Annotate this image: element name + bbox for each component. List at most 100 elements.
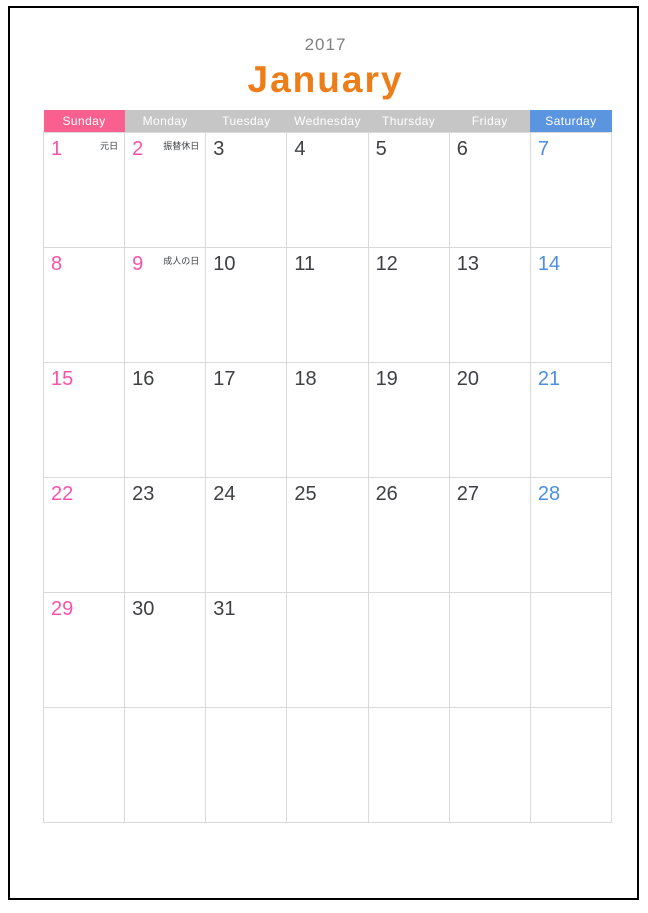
calendar-day-cell[interactable]: 29 — [42, 592, 126, 708]
calendar-day-cell[interactable] — [367, 707, 450, 823]
day-cell-content — [369, 593, 449, 707]
year-label: 2017 — [304, 35, 347, 54]
day-cell-content: 30 — [125, 593, 205, 707]
calendar-day-cell[interactable]: 30 — [124, 592, 207, 708]
day-cell-content — [44, 708, 124, 822]
day-number: 8 — [51, 253, 63, 275]
calendar-day-cell[interactable]: 17 — [205, 362, 288, 478]
day-cell-content: 12 — [369, 248, 449, 362]
calendar-day-cell[interactable] — [367, 592, 450, 708]
calendar-day-cell[interactable]: 14 — [529, 247, 613, 363]
calendar-day-cell[interactable] — [42, 707, 126, 823]
day-cell-content: 27 — [450, 478, 530, 592]
day-cell-content: 5 — [369, 133, 449, 247]
calendar-day-cell[interactable]: 10 — [205, 247, 288, 363]
calendar-day-cell[interactable]: 3 — [205, 132, 288, 248]
calendar-day-cell[interactable] — [529, 707, 613, 823]
day-cell-content: 1 元日 — [44, 133, 124, 247]
holiday-label: 成人の日 — [163, 256, 200, 266]
day-cell-content: 3 — [206, 133, 286, 247]
day-number: 5 — [375, 138, 387, 160]
day-number: 21 — [537, 368, 561, 390]
calendar-day-cell[interactable] — [286, 707, 369, 823]
calendar-page: 2017 January Sunday Monday Tuesday Wednesda… — [8, 6, 639, 900]
day-number: 18 — [294, 368, 317, 390]
day-number: 28 — [537, 483, 561, 505]
day-number: 16 — [132, 368, 155, 390]
calendar-day-cell[interactable]: 24 — [205, 477, 288, 593]
calendar-day-cell[interactable] — [448, 592, 531, 708]
calendar-day-cell[interactable] — [448, 707, 531, 823]
day-number: 22 — [51, 483, 74, 505]
calendar-week-row — [42, 707, 613, 823]
calendar-day-cell[interactable]: 8 — [42, 247, 126, 363]
weekday-header-thursday: Thursday — [368, 110, 450, 133]
calendar-day-cell[interactable] — [286, 592, 369, 708]
calendar-day-cell[interactable]: 28 — [529, 477, 613, 593]
day-number: 10 — [213, 253, 236, 275]
calendar-day-cell[interactable]: 20 — [448, 362, 531, 478]
calendar-day-cell[interactable]: 12 — [367, 247, 450, 363]
day-cell-content: 19 — [369, 363, 449, 477]
calendar-day-cell[interactable]: 21 — [529, 362, 613, 478]
calendar-day-cell[interactable]: 13 — [448, 247, 531, 363]
day-number: 30 — [132, 598, 155, 620]
weekday-header-tuesday: Tuesday — [205, 110, 287, 133]
day-cell-content: 17 — [206, 363, 286, 477]
calendar-day-cell[interactable]: 26 — [367, 477, 450, 593]
calendar-day-cell[interactable] — [205, 707, 288, 823]
calendar-day-cell[interactable] — [124, 707, 207, 823]
calendar-day-cell[interactable]: 11 — [286, 247, 369, 363]
day-cell-content: 4 — [287, 133, 367, 247]
day-number: 29 — [51, 598, 74, 620]
day-cell-content: 8 — [44, 248, 124, 362]
calendar-day-cell[interactable]: 6 — [448, 132, 531, 248]
calendar-week-row: 1 元日 2 振替休日 3 4 5 6 7 — [42, 132, 613, 248]
calendar-day-cell[interactable]: 16 — [124, 362, 207, 478]
day-number: 19 — [375, 368, 398, 390]
day-number: 15 — [51, 368, 74, 390]
day-number: 23 — [132, 483, 155, 505]
day-cell-content: 6 — [450, 133, 530, 247]
calendar-day-cell[interactable]: 18 — [286, 362, 369, 478]
day-number: 17 — [213, 368, 236, 390]
calendar-day-cell[interactable]: 19 — [367, 362, 450, 478]
day-number: 7 — [537, 138, 549, 160]
calendar-day-cell[interactable]: 5 — [367, 132, 450, 248]
calendar-day-cell[interactable]: 7 — [529, 132, 613, 248]
calendar-day-cell[interactable] — [529, 592, 613, 708]
day-number: 25 — [294, 483, 317, 505]
day-number: 2 — [132, 138, 144, 160]
day-cell-content: 26 — [369, 478, 449, 592]
calendar-day-cell[interactable]: 23 — [124, 477, 207, 593]
calendar-day-cell[interactable]: 2 振替休日 — [124, 132, 207, 248]
day-cell-content: 9 成人の日 — [125, 248, 205, 362]
calendar-day-cell[interactable]: 31 — [205, 592, 288, 708]
day-cell-content — [125, 708, 205, 822]
day-number: 1 — [51, 138, 63, 160]
calendar-day-cell[interactable]: 27 — [448, 477, 531, 593]
day-cell-content: 15 — [44, 363, 124, 477]
day-cell-content: 31 — [206, 593, 286, 707]
calendar-day-cell[interactable]: 25 — [286, 477, 369, 593]
weekday-header-monday: Monday — [124, 110, 206, 133]
calendar-grid: Sunday Monday Tuesday Wednesday Thursday Frid… — [42, 110, 613, 823]
calendar-day-cell[interactable]: 9 成人の日 — [124, 247, 207, 363]
calendar-day-cell[interactable]: 22 — [42, 477, 126, 593]
day-cell-content — [531, 593, 611, 707]
day-number: 3 — [213, 138, 225, 160]
day-cell-content: 7 — [531, 133, 611, 247]
day-cell-content: 28 — [531, 478, 611, 592]
day-number: 11 — [294, 253, 316, 275]
calendar-day-cell[interactable]: 4 — [286, 132, 369, 248]
day-cell-content: 22 — [44, 478, 124, 592]
calendar-week-row: 8 9 成人の日 10 11 12 13 14 — [42, 247, 613, 363]
day-cell-content: 24 — [206, 478, 286, 592]
day-number: 24 — [213, 483, 236, 505]
calendar-day-cell[interactable]: 1 元日 — [42, 132, 126, 248]
calendar-day-cell[interactable]: 15 — [42, 362, 126, 478]
day-number: 12 — [375, 253, 398, 275]
day-number: 6 — [456, 138, 468, 160]
day-cell-content: 14 — [531, 248, 611, 362]
day-cell-content: 23 — [125, 478, 205, 592]
